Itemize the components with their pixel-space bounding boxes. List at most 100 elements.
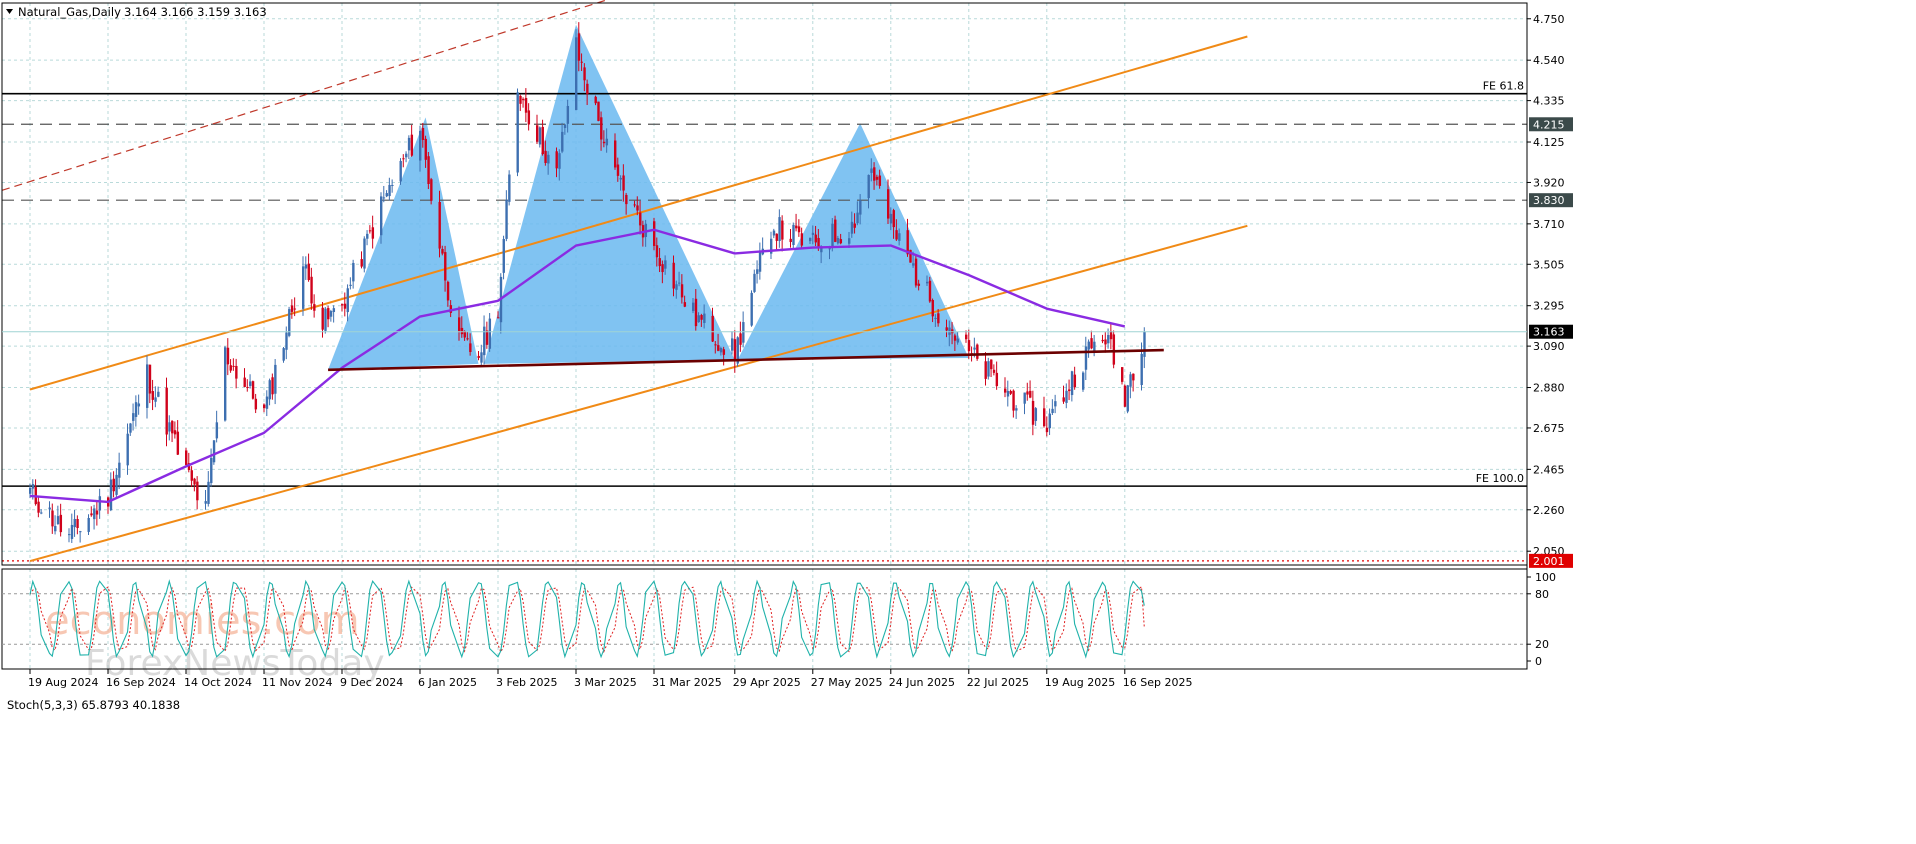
- candle-body: [742, 322, 745, 343]
- level-price-tag-text: 2.001: [1533, 555, 1565, 568]
- level-price-tag-text: 3.830: [1533, 194, 1565, 207]
- candle-body: [235, 365, 238, 379]
- candle-body: [912, 263, 915, 266]
- candle-body: [887, 189, 890, 219]
- candle-body: [619, 177, 622, 180]
- candle-body: [834, 219, 837, 242]
- candle-body: [772, 230, 776, 236]
- candle-body: [302, 266, 305, 309]
- candle-body: [79, 531, 82, 533]
- candle-body: [263, 404, 266, 409]
- candle-body: [382, 197, 386, 199]
- candle-body: [731, 338, 734, 351]
- candle-body: [54, 525, 57, 532]
- candle-body: [867, 174, 870, 199]
- stoch-tick-label: 100: [1535, 571, 1556, 584]
- candle-body: [193, 478, 196, 485]
- candle-body: [148, 364, 152, 394]
- candle-body: [37, 501, 40, 513]
- candle-body: [73, 518, 76, 528]
- candle-body: [29, 487, 32, 494]
- chart-canvas[interactable]: economies.com ForexNewsToday FE 61.8 FE 1…: [0, 0, 1916, 840]
- candle-body: [274, 364, 277, 394]
- candle-body: [168, 422, 171, 432]
- candle-body: [405, 153, 408, 158]
- candle-body: [914, 258, 918, 286]
- y-tick-label: 4.335: [1533, 95, 1565, 108]
- candle-body: [1129, 374, 1132, 387]
- candle-body: [427, 156, 430, 184]
- candle-body: [633, 204, 636, 206]
- candle-body: [458, 317, 461, 332]
- candle-body: [758, 252, 762, 272]
- candle-body: [524, 97, 528, 113]
- candle-body: [51, 510, 54, 527]
- candle-body: [98, 496, 102, 511]
- x-tick-label: 16 Sep 2025: [1123, 676, 1193, 689]
- x-tick-label: 3 Mar 2025: [574, 676, 637, 689]
- candle-body: [360, 259, 363, 267]
- candle-body: [1065, 390, 1068, 403]
- candle-body: [1132, 373, 1135, 381]
- y-tick-label: 3.710: [1533, 218, 1565, 231]
- candle-body: [190, 470, 193, 481]
- candle-body: [421, 127, 425, 140]
- candle-body: [176, 431, 180, 455]
- collapse-triangle-icon[interactable]: [6, 9, 13, 14]
- candle-body: [739, 333, 742, 345]
- candle-body: [639, 212, 642, 226]
- candle-body: [811, 232, 815, 235]
- candle-body: [204, 501, 207, 504]
- candle-body: [809, 237, 812, 242]
- candle-body: [56, 516, 60, 525]
- candle-body: [505, 199, 508, 239]
- candle-body: [733, 339, 737, 362]
- stoch-tick-label: 0: [1535, 655, 1542, 668]
- candle-body: [68, 534, 71, 536]
- candle-body: [388, 184, 391, 197]
- y-tick-label: 3.505: [1533, 258, 1565, 271]
- candle-body: [343, 303, 347, 309]
- candle-body: [313, 304, 316, 311]
- candle-body: [717, 345, 720, 351]
- candle-body: [488, 318, 492, 349]
- candle-body: [781, 220, 784, 240]
- candle-body: [76, 519, 79, 528]
- candle-body: [115, 474, 118, 495]
- candle-body: [967, 340, 971, 352]
- candle-body: [992, 369, 996, 373]
- candle-body: [441, 248, 444, 254]
- candle-body: [444, 252, 447, 281]
- candle-body: [329, 311, 333, 317]
- stoch-tick-label: 20: [1535, 638, 1549, 651]
- y-tick-label: 4.125: [1533, 136, 1565, 149]
- x-tick-label: 24 Jun 2025: [889, 676, 955, 689]
- candle-body: [497, 317, 500, 319]
- candle-body: [477, 355, 480, 358]
- candle-body: [95, 510, 99, 515]
- candle-body: [655, 245, 659, 258]
- candle-body: [173, 430, 177, 435]
- candle-body: [438, 201, 441, 249]
- current-price-tag-text: 3.163: [1533, 326, 1565, 339]
- candle-body: [600, 117, 603, 140]
- candle-body: [541, 126, 544, 155]
- candle-body: [605, 138, 609, 146]
- candle-body: [775, 233, 778, 241]
- candle-body: [519, 95, 522, 104]
- candle-body: [566, 105, 570, 124]
- candle-body: [399, 160, 402, 182]
- candle-body: [678, 282, 681, 284]
- candle-body: [243, 377, 246, 387]
- candle-body: [1126, 385, 1129, 412]
- candle-body: [196, 481, 199, 501]
- candle-body: [137, 403, 141, 407]
- candle-body: [756, 269, 759, 274]
- candle-body: [853, 223, 856, 228]
- candle-body: [577, 33, 581, 61]
- candle-body: [1009, 391, 1012, 394]
- candle-body: [839, 239, 843, 244]
- candle-body: [332, 308, 336, 313]
- candle-body: [363, 238, 366, 269]
- candle-body: [293, 308, 297, 310]
